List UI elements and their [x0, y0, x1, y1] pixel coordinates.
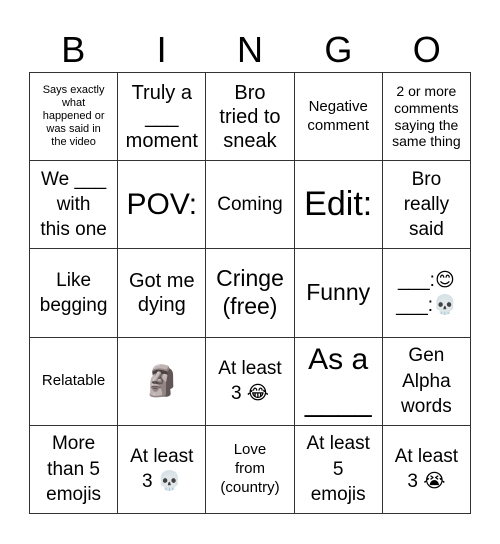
- cell-text: Negative comment: [307, 97, 370, 134]
- bingo-cell[interactable]: Edit:: [294, 161, 383, 250]
- cell-text: Funny: [306, 279, 371, 306]
- cell-text: Edit:: [304, 185, 373, 224]
- bingo-cell[interactable]: Got me dying: [118, 249, 207, 338]
- cell-text: Gen Alpha words: [401, 345, 452, 417]
- bingo-cell[interactable]: As a ____: [294, 337, 383, 426]
- cell-text: 2 or more comments saying the same thing: [392, 83, 461, 150]
- cell-text: At least 5 emojis: [306, 433, 370, 506]
- bingo-cell[interactable]: Bro tried to sneak: [206, 73, 295, 162]
- bingo-cell[interactable]: Cringe (free): [206, 249, 295, 338]
- bingo-cell[interactable]: Coming: [206, 161, 295, 250]
- loudly-crying-icon: At least 3 😭: [394, 446, 459, 493]
- moai-icon: 🗿: [143, 364, 181, 398]
- cell-text: We ___ with this one: [40, 168, 107, 241]
- bingo-cell[interactable]: We ___ with this one: [30, 161, 119, 250]
- bingo-cell[interactable]: Negative comment: [294, 73, 383, 162]
- cell-text: Cringe (free): [216, 265, 284, 319]
- cell-text: Says exactly what happened or was said i…: [42, 83, 105, 149]
- bingo-cell[interactable]: Relatable: [30, 337, 119, 426]
- header-letter-o: O: [412, 29, 441, 70]
- cell-text: Got me dying: [129, 269, 195, 316]
- bingo-cell[interactable]: Says exactly what happened or was said i…: [30, 73, 119, 162]
- bingo-grid: Says exactly what happened or was said i…: [29, 72, 471, 514]
- skull-icon: At least 3 💀: [130, 446, 194, 493]
- cell-text: Relatable: [41, 371, 106, 389]
- bingo-cell[interactable]: POV:: [118, 161, 207, 250]
- cell-text: More than 5 emojis: [46, 433, 102, 506]
- cell-text: Bro really said: [403, 168, 450, 241]
- cell-text: POV:: [126, 187, 198, 221]
- bingo-cell[interactable]: Truly a ___ moment: [118, 73, 207, 162]
- bingo-cell[interactable]: 2 or more comments saying the same thing: [382, 73, 471, 162]
- bingo-cell[interactable]: Funny: [294, 249, 383, 338]
- cell-text: Like begging: [39, 269, 108, 316]
- bingo-cell[interactable]: At least 3 😭: [382, 425, 471, 514]
- bingo-cell[interactable]: Like begging: [30, 249, 119, 338]
- bingo-cell[interactable]: At least 5 emojis: [294, 425, 383, 514]
- cell-text: Love from (country): [220, 441, 280, 496]
- header-letter-g: G: [324, 29, 353, 70]
- bingo-cell[interactable]: 🗿: [118, 337, 207, 426]
- bingo-cell[interactable]: Gen Alpha words: [382, 337, 471, 426]
- header-letter-b: B: [61, 29, 86, 70]
- bingo-cell[interactable]: Bro really said: [382, 161, 471, 250]
- header-letter-i: I: [156, 29, 167, 70]
- bingo-cell[interactable]: At least 3 😂: [206, 337, 295, 426]
- cell-text: Truly a ___ moment: [125, 81, 198, 152]
- header-letter-n: N: [236, 29, 263, 70]
- tears-of-joy-icon: At least 3 😂: [218, 357, 282, 405]
- bingo-cell[interactable]: At least 3 💀: [118, 425, 207, 514]
- bingo-cell[interactable]: Love from (country): [206, 425, 295, 514]
- cell-text: As a ____: [304, 343, 372, 419]
- bingo-header: B I N G O: [29, 28, 471, 72]
- bingo-cell[interactable]: More than 5 emojis: [30, 425, 119, 514]
- cell-text: Bro tried to sneak: [219, 81, 281, 152]
- bingo-cell[interactable]: ___:😊 ___:💀: [382, 249, 471, 338]
- smiling-face-and-skull-icons: ___:😊 ___:💀: [396, 269, 457, 316]
- cell-text: Coming: [217, 194, 283, 216]
